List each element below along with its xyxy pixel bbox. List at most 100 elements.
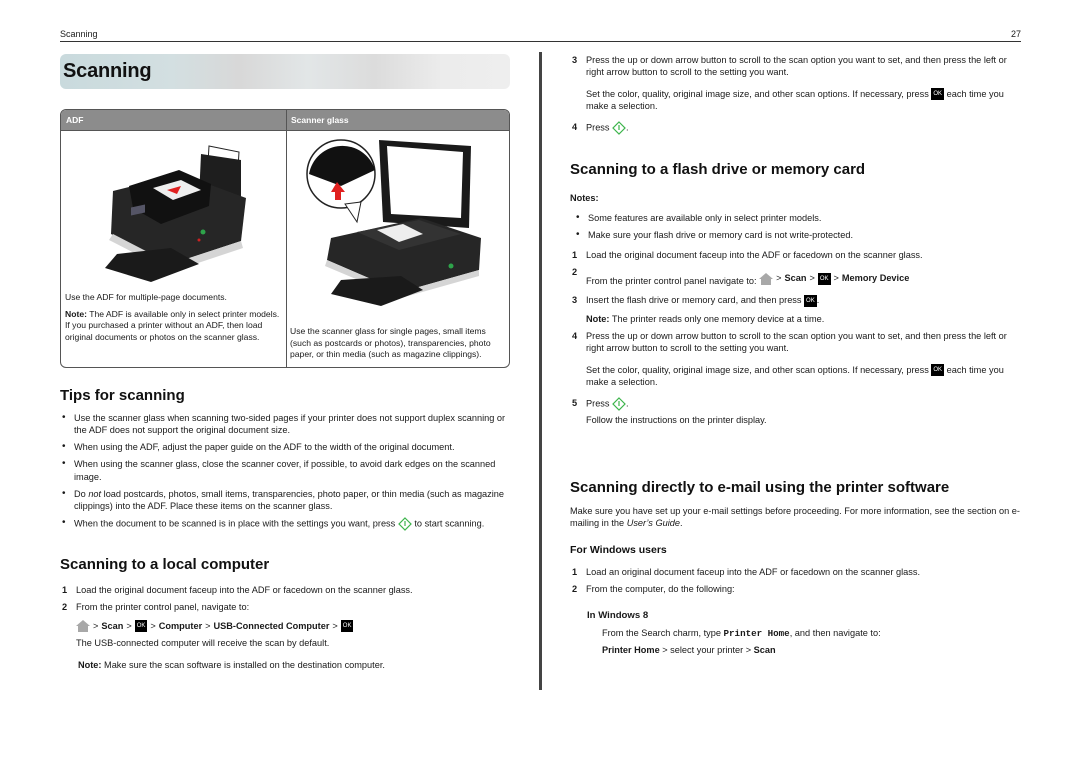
ok-button-icon: OK xyxy=(804,294,817,307)
step-text: Load an original document faceup into th… xyxy=(586,567,921,577)
step-number: 1 xyxy=(572,250,578,260)
page-number: 27 xyxy=(1010,29,1021,39)
tips-list: Use the scanner glass when scanning two-… xyxy=(60,411,515,535)
step-item: 1 Load an original document faceup into t… xyxy=(570,566,1020,578)
path-separator: > xyxy=(833,273,839,284)
start-button-icon xyxy=(397,517,412,531)
local-default-text: The USB-connected computer will receive … xyxy=(76,638,330,649)
step-item: 4 Press . xyxy=(570,120,1020,135)
step-item: 5 Press . Follow the instructions on the … xyxy=(570,397,1020,426)
ok-button-icon: OK xyxy=(931,364,945,377)
running-header: Scanning 27 xyxy=(60,28,1021,42)
ok-button-icon: OK xyxy=(134,620,148,633)
home-icon xyxy=(76,620,90,633)
flash-heading: Scanning to a flash drive or memory card xyxy=(570,161,866,178)
table-column-separator xyxy=(286,110,287,367)
adf-note-text: The ADF is available only in select prin… xyxy=(65,308,280,342)
step-number: 1 xyxy=(62,585,68,595)
path-separator: > xyxy=(809,273,815,284)
ok-button-icon: OK xyxy=(817,272,831,285)
step-text: From the printer control panel, navigate… xyxy=(76,602,250,613)
step-text: Press the up or down arrow button to scr… xyxy=(586,331,1007,354)
adf-note-label: Note: xyxy=(65,308,87,319)
path-scan: Scan xyxy=(753,645,776,655)
column-divider xyxy=(539,52,542,690)
tips-heading: Tips for scanning xyxy=(60,387,185,404)
tip5-pre: When the document to be scanned is in pl… xyxy=(74,518,398,529)
local-steps: 1 Load the original document faceup into … xyxy=(60,584,515,676)
list-item: Do not load postcards, photos, small ite… xyxy=(60,487,515,513)
path-select-printer: > select your printer > xyxy=(659,645,754,655)
step-text: Press xyxy=(586,398,613,409)
local-heading: Scanning to a local computer xyxy=(60,556,270,573)
home-icon xyxy=(759,272,774,285)
glass-cell-text: Use the scanner glass for single pages, … xyxy=(290,326,491,360)
list-item: When using the ADF, adjust the paper gui… xyxy=(60,440,515,454)
step-text: Load the original document faceup into t… xyxy=(586,250,923,260)
flash-notes-list: Some features are available only in sele… xyxy=(574,211,1020,246)
path-printer-home: Printer Home xyxy=(602,645,660,655)
windows-users-heading: For Windows users xyxy=(570,544,667,556)
step-number: 3 xyxy=(572,55,578,65)
search-term: Printer Home xyxy=(723,628,790,639)
path-separator: > xyxy=(332,620,338,631)
table-header-glass: Scanner glass xyxy=(291,115,349,125)
path-separator: > xyxy=(205,620,211,631)
step-text: Insert the flash drive or memory card, a… xyxy=(586,295,805,306)
sub-pre: Set the color, quality, original image s… xyxy=(586,88,932,99)
local-nav-path: > Scan > OK > Computer > USB-Connected C… xyxy=(76,620,354,633)
step-text-end: . xyxy=(626,398,629,409)
list-item: Some features are available only in sele… xyxy=(574,211,1020,225)
note-label: Note: xyxy=(586,313,610,324)
path-scan: Scan xyxy=(784,273,807,284)
list-item: When the document to be scanned is in pl… xyxy=(60,516,515,531)
sub-pre: Set the color, quality, original image s… xyxy=(586,364,932,375)
windows8-instruction: From the Search charm, type Printer Home… xyxy=(602,627,881,640)
tip4-post: load postcards, photos, small items, tra… xyxy=(74,488,505,512)
users-guide-ref: User’s Guide xyxy=(626,518,680,529)
flash-steps: 1 Load the original document faceup into … xyxy=(570,249,1020,431)
local-note: Note: Make sure the scan software is ins… xyxy=(78,659,515,671)
step-item: 1 Load the original document faceup into … xyxy=(570,249,1020,261)
step-item: 3 Press the up or down arrow button to sc… xyxy=(570,54,1020,113)
adf-vs-glass-table: ADF Scanner glass Use the ADF for multip… xyxy=(60,109,510,368)
start-button-icon xyxy=(612,397,626,411)
win8-post: , and then navigate to: xyxy=(789,628,881,638)
adf-intro: Use the ADF for multiple-page documents. xyxy=(65,292,227,302)
note-text: Make sure the scan software is installed… xyxy=(101,659,385,670)
step-text: Load the original document faceup into t… xyxy=(76,585,413,595)
ok-button-icon: OK xyxy=(340,620,354,633)
table-header-adf: ADF xyxy=(66,115,84,125)
step-text-end: . xyxy=(626,122,629,133)
step-item: 2 From the printer control panel navigate… xyxy=(570,266,1020,288)
scanner-glass-illustration xyxy=(306,139,481,306)
note-text: The printer reads only one memory device… xyxy=(609,313,825,324)
start-button-icon xyxy=(612,120,626,135)
table-header: ADF Scanner glass xyxy=(61,110,509,131)
step-item: 2 From the printer control panel, navigat… xyxy=(60,601,515,671)
path-separator: > xyxy=(126,620,132,631)
windows8-nav-path: Printer Home > select your printer > Sca… xyxy=(602,644,776,656)
email-steps: 1 Load an original document faceup into t… xyxy=(570,566,1020,601)
step-number: 1 xyxy=(572,567,578,577)
running-header-section: Scanning xyxy=(60,29,98,39)
email-heading: Scanning directly to e-mail using the pr… xyxy=(570,479,950,496)
path-scan: Scan xyxy=(101,620,124,631)
note-label: Note: xyxy=(78,659,102,670)
chapter-banner: Scanning xyxy=(60,54,510,89)
step-sub-text: Set the color, quality, original image s… xyxy=(586,364,1020,389)
win8-pre: From the Search charm, type xyxy=(602,628,724,638)
path-separator: > xyxy=(776,273,782,284)
adf-cell-text: Use the ADF for multiple-page documents.… xyxy=(65,292,281,348)
path-usb-computer: USB-Connected Computer xyxy=(213,620,330,631)
flash-notes-label: Notes: xyxy=(570,193,599,203)
step-number: 3 xyxy=(572,295,578,306)
step-number: 4 xyxy=(572,121,578,132)
tip5-post: to start scanning. xyxy=(411,518,485,529)
continued-steps: 3 Press the up or down arrow button to sc… xyxy=(570,54,1020,140)
step-text: From the computer, do the following: xyxy=(586,584,735,595)
tip4-em: not xyxy=(88,488,102,499)
path-separator: > xyxy=(93,620,99,631)
windows8-heading: In Windows 8 xyxy=(587,610,649,621)
step-number: 2 xyxy=(62,602,68,613)
